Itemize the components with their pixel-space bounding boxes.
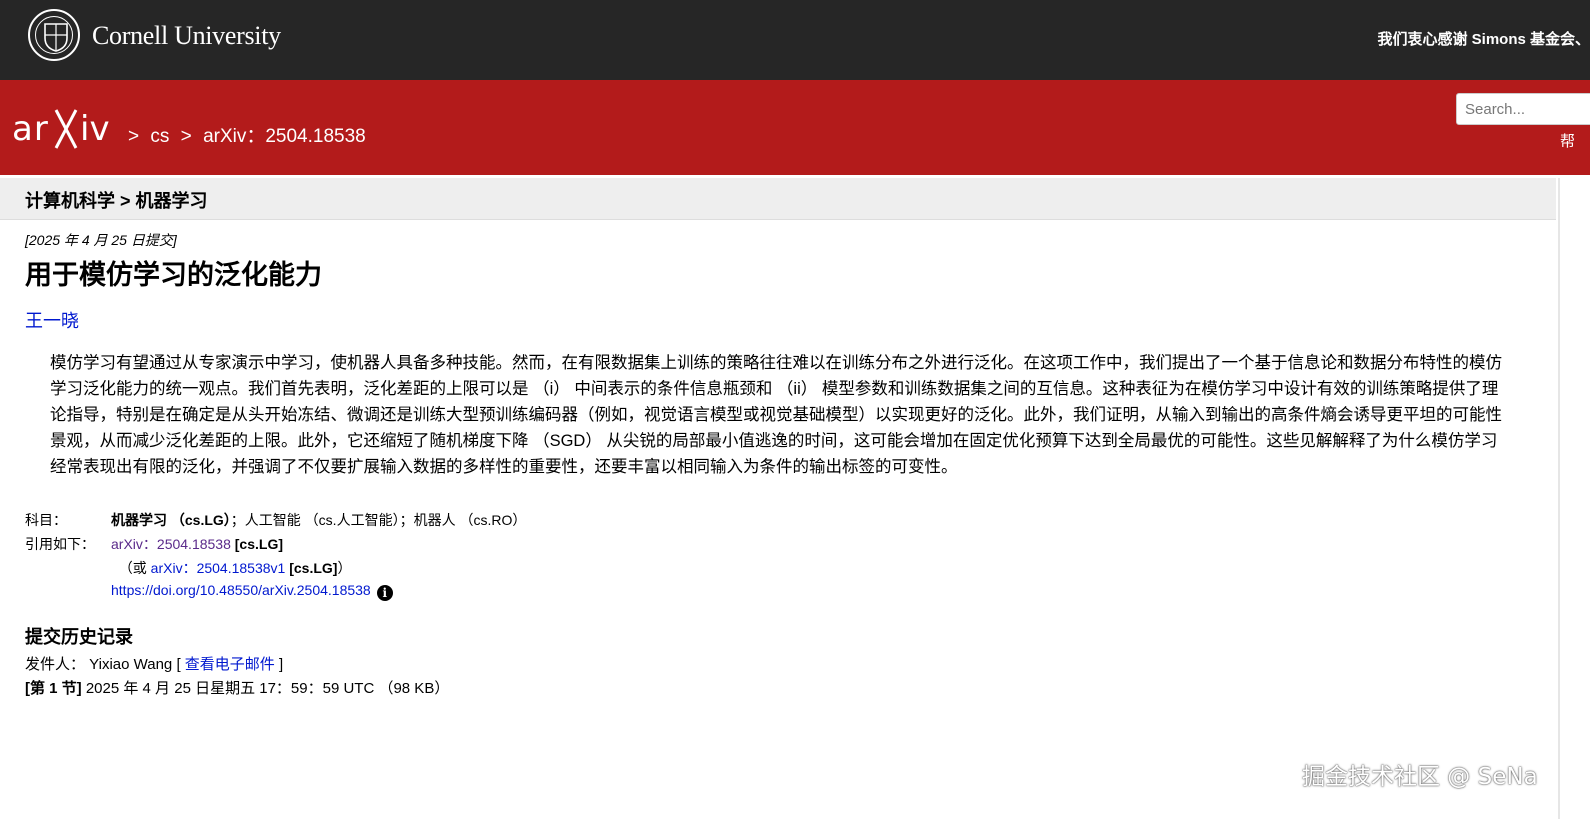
primary-subject: 机器学习 （cs.LG） bbox=[111, 512, 231, 528]
cite-alt-tag: [cs.LG] bbox=[289, 560, 338, 576]
cornell-seal-icon[interactable] bbox=[28, 9, 80, 61]
watermark: 掘金技术社区 @ SeNa bbox=[1302, 764, 1538, 790]
doi-row: https://doi.org/10.48550/arXiv.2504.1853… bbox=[25, 580, 526, 604]
cornell-header: Cornell University 我们衷心感谢 Simons 基金会、 bbox=[0, 0, 1590, 80]
svg-text:ar: ar bbox=[12, 109, 49, 149]
page-title: 用于模仿学习的泛化能力 bbox=[25, 260, 322, 290]
svg-text:iv: iv bbox=[80, 109, 110, 149]
submitter-label: 发件人： bbox=[25, 656, 86, 673]
cite-version-link[interactable]: arXiv：2504.18538v1 bbox=[151, 560, 286, 576]
abstract: 模仿学习有望通过从专家演示中学习，使机器人具备多种技能。然而，在有限数据集上训练… bbox=[50, 354, 1502, 476]
submission-date: [2025 年 4 月 25 日提交] bbox=[25, 232, 177, 248]
search-input[interactable] bbox=[1456, 93, 1590, 125]
sidebar-edge bbox=[1558, 178, 1560, 819]
cite-label: 引用如下： bbox=[25, 536, 95, 552]
submission-history-heading: 提交历史记录 bbox=[25, 627, 133, 647]
view-email-link[interactable]: 查看电子邮件 bbox=[185, 656, 275, 673]
cite-arxiv-prefix: arXiv： bbox=[111, 536, 157, 552]
subjects-label: 科目： bbox=[25, 512, 67, 528]
funding-acknowledgement: 我们衷心感谢 Simons 基金会、 bbox=[1377, 31, 1590, 48]
submitter-name: Yixiao Wang [ bbox=[85, 656, 185, 673]
doi-link[interactable]: https://doi.org/10.48550/arXiv.2504.1853… bbox=[111, 582, 371, 598]
breadcrumb-separator: > bbox=[128, 126, 140, 147]
cornell-wordmark[interactable]: Cornell University bbox=[92, 21, 281, 51]
arxiv-header: ar iv > cs > arXiv：2504.18538 帮 bbox=[0, 80, 1590, 175]
version-line: [第 1 节] 2025 年 4 月 25 日星期五 17：59：59 UTC … bbox=[25, 677, 449, 698]
help-link[interactable]: 帮 bbox=[1560, 130, 1575, 151]
author-link[interactable]: 王一晓 bbox=[25, 307, 79, 333]
metadata-table: 科目： 机器学习 （cs.LG）；人工智能 （cs.人工智能）；机器人 （cs.… bbox=[25, 508, 526, 604]
arxiv-logo-icon[interactable]: ar iv bbox=[12, 102, 124, 156]
breadcrumb-paper-id: arXiv：2504.18538 bbox=[203, 126, 366, 147]
info-icon[interactable]: i bbox=[376, 585, 393, 601]
other-subjects: ；人工智能 （cs.人工智能）；机器人 （cs.RO） bbox=[230, 512, 527, 528]
cite-alt-suffix: ） bbox=[337, 560, 352, 576]
cite-arxiv-link[interactable]: arXiv：2504.18538 bbox=[111, 536, 231, 552]
subject-trail: 计算机科学 > 机器学习 bbox=[25, 191, 208, 211]
version-details: 2025 年 4 月 25 日星期五 17：59：59 UTC （98 KB） bbox=[81, 680, 450, 697]
subjects-row: 科目： 机器学习 （cs.LG）；人工智能 （cs.人工智能）；机器人 （cs.… bbox=[25, 508, 526, 532]
cite-alt-prefix: （或 bbox=[118, 560, 151, 576]
version-label[interactable]: [第 1 节] bbox=[25, 680, 82, 697]
cite-row: 引用如下： arXiv：2504.18538 [cs.LG] bbox=[25, 532, 526, 556]
cite-id: 2504.18538 bbox=[156, 536, 231, 552]
breadcrumb: > cs > arXiv：2504.18538 bbox=[128, 121, 372, 148]
breadcrumb-separator: > bbox=[180, 126, 192, 147]
cite-tag: [cs.LG] bbox=[234, 536, 283, 552]
cite-alt-row: （或 arXiv：2504.18538v1 [cs.LG]） bbox=[25, 556, 526, 580]
breadcrumb-cs[interactable]: cs bbox=[150, 126, 169, 147]
submitter-close: ] bbox=[274, 656, 284, 673]
submitter-line: 发件人： Yixiao Wang [ 查看电子邮件 ] bbox=[25, 653, 283, 674]
subject-header: 计算机科学 > 机器学习 bbox=[0, 178, 1556, 220]
